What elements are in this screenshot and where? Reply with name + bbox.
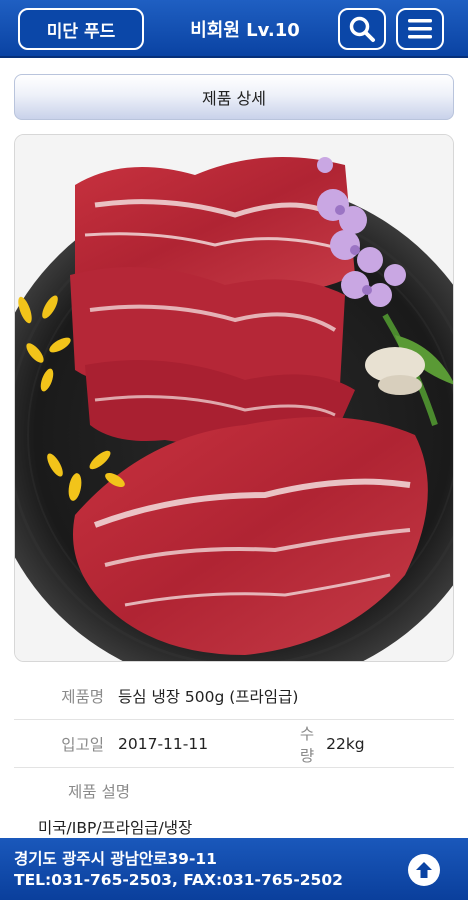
menu-button[interactable] — [396, 8, 444, 50]
footer-address: 경기도 광주시 광남안로39-11 — [14, 850, 217, 868]
page-title: 제품 상세 — [14, 74, 454, 120]
arrow-up-icon — [416, 862, 432, 878]
description-label: 제품 설명 — [68, 783, 130, 801]
product-image — [14, 134, 454, 662]
footer-contact: TEL:031-765-2503, FAX:031-765-2502 — [14, 871, 343, 889]
description-text: 미국/IBP/프라임급/냉장 — [38, 819, 193, 837]
stock-date-label: 입고일 — [61, 735, 104, 754]
quantity-value: 22kg — [326, 734, 365, 753]
search-icon — [349, 16, 375, 42]
search-button[interactable] — [338, 8, 386, 50]
scroll-top-button[interactable] — [408, 854, 440, 886]
product-name-row: 제품명 등심 냉장 500g (프라임급) — [14, 672, 454, 720]
product-name-label: 제품명 — [61, 687, 104, 706]
stock-date-value: 2017-11-11 — [118, 734, 209, 753]
member-level-label: 비회원 Lv.10 — [190, 20, 300, 41]
app-footer: 경기도 광주시 광남안로39-11 TEL:031-765-2503, FAX:… — [0, 838, 468, 900]
quantity-label: 수량 — [299, 724, 315, 765]
app-header: 미단 푸드 비회원 Lv.10 — [0, 0, 468, 58]
brand-button[interactable]: 미단 푸드 — [18, 8, 144, 50]
product-date-row: 입고일 2017-11-11 수량 22kg — [14, 720, 454, 768]
hamburger-menu-icon — [408, 19, 432, 39]
product-name-value: 등심 냉장 500g (프라임급) — [118, 687, 299, 706]
